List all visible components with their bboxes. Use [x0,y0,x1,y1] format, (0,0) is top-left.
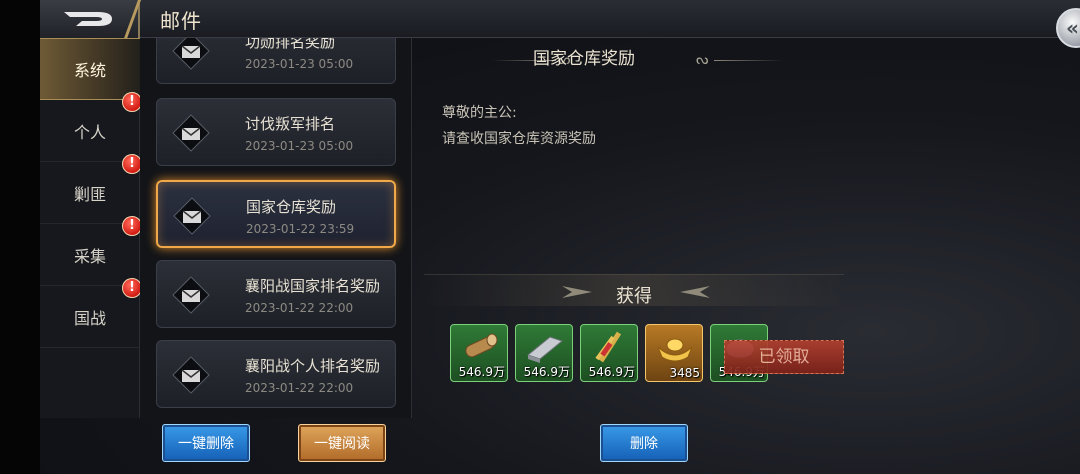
claimed-stamp: 已领取 [724,340,844,374]
gold-ingot-icon [657,338,693,362]
iron-icon [526,336,564,363]
mail-item-selected[interactable]: 国家仓库奖励 2023-01-22 23:59 [156,180,396,248]
mail-subject: 讨伐叛军排名 [245,115,336,133]
reward-item[interactable]: 546.9万 [515,324,573,382]
reward-item[interactable]: 546.9万 [450,324,508,382]
reward-label: 获得 [616,286,652,307]
tab-label: 剿匪 [73,184,106,204]
mail-date: 2023-01-22 22:00 [245,381,354,395]
tab-system[interactable]: 系统 [40,38,140,100]
mail-subject: 功勋排名奖励 [245,38,336,51]
alert-badge: ! [122,92,142,112]
mail-subject: 襄阳战国家排名奖励 [245,277,381,295]
item-quantity: 546.9万 [458,365,505,379]
delete-all-button[interactable]: 一键删除 [162,424,250,462]
alert-badge: ! [122,154,142,174]
reward-item[interactable]: 546.9万 [580,324,638,382]
mail-item[interactable]: 讨伐叛军排名 2023-01-23 05:00 [156,98,396,166]
grain-icon [595,331,622,363]
item-quantity: 546.9万 [523,365,570,379]
page-title: 邮件 [160,9,202,33]
tab-gather[interactable]: 采集 ! [40,216,142,286]
tab-label: 国战 [73,308,106,328]
tab-label: 采集 [73,246,106,266]
item-quantity: 3485 [669,366,700,380]
mail-date: 2023-01-23 05:00 [245,57,354,71]
tab-label: 系统 [73,61,106,80]
mail-item[interactable]: 襄阳战国家排名奖励 2023-01-22 22:00 [156,260,396,328]
category-tabs: 系统 个人 ! 剿匪 ! 采集 ! 国战 ! [40,38,142,418]
chevron-left-double-icon: « [1066,16,1079,40]
logo-icon [64,12,112,26]
reward-item[interactable]: 3485 [645,324,703,382]
mail-detail: ᔕ ᔓ 国家仓库奖励 尊敬的主公: 请查收国家仓库资源奖励 获得 546.9万 … [414,38,1080,418]
alert-badge: ! [122,216,142,236]
title-divider [118,0,148,38]
envelope-icon [173,197,211,235]
mail-item[interactable]: 襄阳战个人排名奖励 2023-01-22 22:00 [156,340,396,408]
envelope-icon [172,114,210,152]
tab-bandits[interactable]: 剿匪 ! [40,154,142,224]
tab-personal[interactable]: 个人 ! [40,92,142,162]
left-edge [0,0,40,474]
delete-button[interactable]: 删除 [600,424,688,462]
mail-body: 请查收国家仓库资源奖励 [442,131,596,147]
mail-date: 2023-01-23 05:00 [245,139,354,153]
mail-date: 2023-01-22 23:59 [246,222,355,236]
mail-greeting: 尊敬的主公: [442,105,517,121]
wing-ornament-icon [680,286,710,298]
mail-list[interactable]: 功勋排名奖励 2023-01-23 05:00 讨伐叛军排名 2023-01-2… [140,38,412,418]
envelope-icon [172,38,210,70]
tab-nation-war[interactable]: 国战 ! [40,278,142,348]
alert-badge: ! [122,278,142,298]
mail-item[interactable]: 功勋排名奖励 2023-01-23 05:00 [156,38,396,84]
wood-icon [465,333,498,358]
mail-subject: 国家仓库奖励 [246,198,337,216]
mail-date: 2023-01-22 22:00 [245,301,354,315]
item-quantity: 546.9万 [588,365,635,379]
envelope-icon [172,356,210,394]
read-all-button[interactable]: 一键阅读 [298,424,386,462]
envelope-icon [172,276,210,314]
tab-label: 个人 [73,122,106,142]
mail-subject: 襄阳战个人排名奖励 [245,357,381,375]
mail-title: 国家仓库奖励 [533,49,635,69]
